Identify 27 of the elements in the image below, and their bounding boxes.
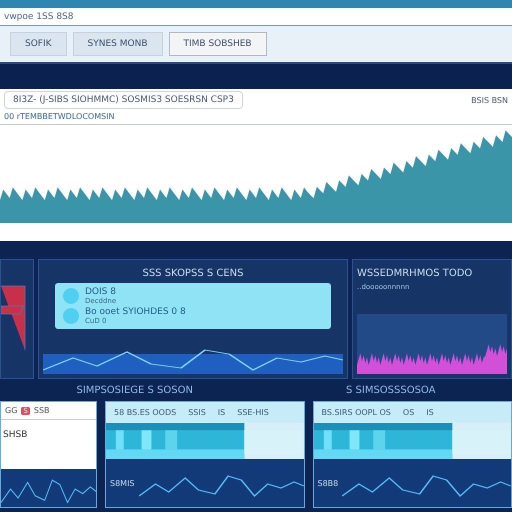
status-icon bbox=[63, 308, 79, 324]
chart-label: S8B8 bbox=[318, 478, 338, 488]
card-label: SSE-HIS bbox=[237, 408, 269, 417]
chart-label: S8MIS bbox=[110, 478, 135, 488]
card-label: SSIS bbox=[188, 408, 206, 417]
toolbar-tab[interactable]: SYNES MONB bbox=[72, 32, 162, 56]
section-caption: SIMPSOSIEGE S SOSON bbox=[76, 384, 193, 396]
card-label: IS bbox=[218, 408, 226, 417]
chart-subtitle: 00 rTEMBBETWDLOCOMSIN bbox=[0, 109, 512, 125]
panel-label: BSIS BSN bbox=[471, 96, 508, 104]
search-field[interactable]: 8I3Z- (J-SIBS SIOHMMC) SOSMIS3 SOESRSN CSP3 bbox=[4, 91, 243, 109]
card-value: SHSB bbox=[2, 429, 28, 442]
item-title: Bo ooet SYIOHDES 0 8 bbox=[85, 307, 186, 317]
toolbar-tab[interactable]: SOFIK bbox=[10, 32, 67, 56]
card-label: BS.SIRS OOPL OS bbox=[322, 408, 391, 417]
panel-title: SSS SKOPSS S CENS bbox=[142, 268, 244, 279]
card-label: OS bbox=[402, 408, 414, 417]
card-label: 58 BS.ES OODS bbox=[114, 408, 176, 417]
address-bar[interactable]: vwpoe 1SS 8S8 bbox=[0, 8, 512, 26]
panel-title: WSSEDMRHMOS TODO bbox=[357, 268, 472, 279]
card-label: SSB bbox=[34, 406, 50, 415]
card-label: IS bbox=[426, 408, 434, 417]
section-caption: S SIMSOSSSOSOA bbox=[346, 384, 436, 396]
card-label: GG bbox=[5, 406, 18, 415]
item-title: DOIS 8 bbox=[85, 287, 116, 297]
status-icon bbox=[63, 288, 79, 304]
toolbar-tab[interactable]: TIMB SOBSHEB bbox=[168, 32, 267, 56]
